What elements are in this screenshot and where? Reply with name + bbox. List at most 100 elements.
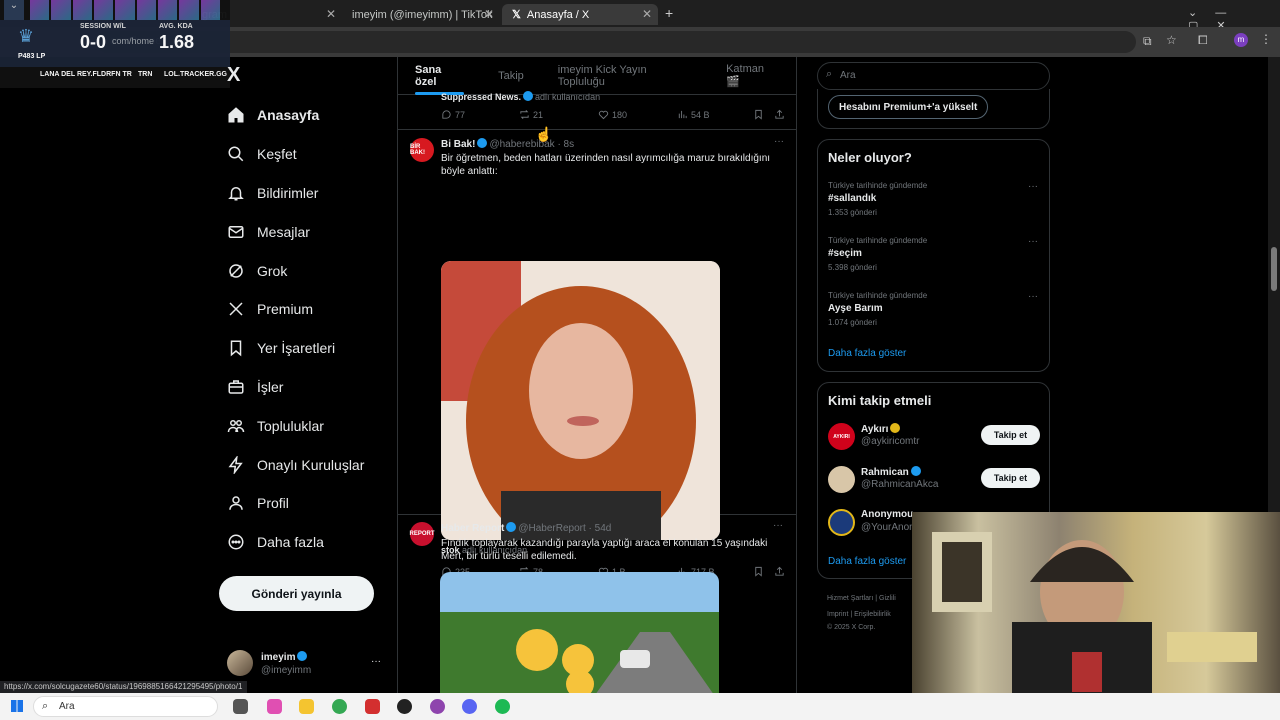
discord-icon[interactable]	[462, 699, 477, 714]
tweet-menu-icon[interactable]: ···	[774, 136, 784, 147]
trend-item[interactable]: Türkiye tarihinde gündemde #sallandık 1.…	[828, 181, 1038, 217]
follow-suggestion[interactable]: AYKIRI Aykırı @aykiricomtr Takip et	[828, 421, 1040, 451]
photo-portrait	[441, 261, 720, 540]
search-icon	[228, 146, 244, 162]
wps-icon[interactable]	[365, 699, 380, 714]
mouse-cursor-icon: ☝	[535, 126, 553, 142]
tweet-actions: 77 21 180 54 B	[441, 109, 786, 123]
new-tab-button[interactable]: +	[665, 5, 673, 21]
follow-button[interactable]: Takip et	[981, 468, 1040, 488]
nav-item-home[interactable]: Anasayfa	[215, 96, 395, 135]
bookmark-icon	[755, 109, 762, 120]
account-menu-icon[interactable]: ···	[371, 656, 381, 667]
tweet[interactable]: BİR BAK! Bi Bak! @haberebibak · 8s ··· Bi…	[398, 130, 796, 577]
briefcase-icon	[228, 380, 244, 394]
show-more-link[interactable]: Daha fazla göster	[828, 556, 906, 567]
repost-button[interactable]: 21	[519, 109, 543, 120]
views-button[interactable]: 54 B	[677, 109, 710, 120]
nav-item-more[interactable]: Daha fazla	[215, 523, 395, 562]
account-switcher[interactable]: imeyim @imeyimm ···	[227, 650, 387, 682]
avatar[interactable]: REPORT	[410, 522, 435, 546]
webcam-overlay	[912, 512, 1280, 693]
search-input[interactable]: ⌕ Ara	[817, 62, 1050, 90]
premium-upgrade-button[interactable]: Hesabını Premium+'a yükselt	[828, 95, 989, 119]
chart-icon	[678, 110, 687, 119]
tab-following[interactable]: Takip	[481, 57, 541, 95]
tweet-photo[interactable]	[440, 572, 719, 693]
nav-item-profile[interactable]: Profil	[215, 484, 395, 523]
nav-item-jobs[interactable]: İşler	[215, 368, 395, 407]
x-logo-icon[interactable]: X	[227, 64, 240, 87]
tweet-menu-icon[interactable]: ···	[773, 520, 783, 531]
chrome-icon[interactable]	[332, 699, 347, 714]
nav-item-bookmarks[interactable]: Yer İşaretleri	[215, 329, 395, 368]
file-explorer-icon[interactable]	[299, 699, 314, 714]
post-button[interactable]: Gönderi yayınla	[219, 576, 374, 611]
avatar[interactable]: BİR BAK!	[410, 138, 434, 162]
avatar	[828, 509, 855, 536]
trend-menu-icon[interactable]: ···	[1028, 181, 1038, 192]
chevron-down-icon[interactable]: ⌄	[4, 0, 24, 20]
close-tab-icon[interactable]: ✕	[484, 7, 494, 21]
follow-button[interactable]: Takip et	[981, 425, 1040, 445]
tweet-text: Fındık toplayarak kazandığı parayla yapt…	[441, 538, 768, 562]
star-icon[interactable]: ☆	[1166, 33, 1177, 47]
search-icon: ⌕	[42, 700, 49, 712]
nav-item-premium[interactable]: Premium	[215, 290, 395, 329]
sidebar-nav: Anasayfa Keşfet Bildirimler Mesajlar Gro…	[215, 96, 395, 562]
taskbar-search[interactable]: ⌕ Ara	[33, 696, 218, 717]
close-tab-icon[interactable]: ✕	[642, 7, 652, 21]
nav-item-verified-orgs[interactable]: Onaylı Kuruluşlar	[215, 445, 395, 484]
obs-icon[interactable]	[430, 699, 445, 714]
verified-badge-icon	[477, 138, 488, 148]
bell-icon	[228, 186, 244, 201]
browser-tab-x[interactable]: 𝕏 Anasayfa / X ✕	[502, 4, 658, 25]
reply-button[interactable]: 77	[441, 109, 465, 120]
app-icon[interactable]	[397, 699, 412, 714]
profile-avatar[interactable]: m	[1234, 33, 1248, 47]
people-icon	[227, 419, 245, 432]
more-circle-icon	[228, 534, 244, 550]
share-button[interactable]	[774, 109, 785, 120]
close-tab-icon[interactable]: ✕	[326, 7, 336, 21]
copilot-icon[interactable]	[267, 699, 282, 714]
timeline-tabs: Sana özel Takip imeyim Kick Yayın Toplul…	[398, 57, 796, 95]
task-view-icon[interactable]	[233, 699, 248, 714]
nav-item-communities[interactable]: Topluluklar	[215, 406, 395, 445]
tweet-text: Bir öğretmen, beden hatları üzerinden na…	[441, 153, 771, 177]
trend-menu-icon[interactable]: ···	[1028, 291, 1038, 302]
tab-community[interactable]: imeyim Kick Yayın Topluluğu	[541, 57, 709, 95]
avatar	[227, 650, 253, 676]
spotify-icon[interactable]	[495, 699, 510, 714]
scrollbar-thumb[interactable]	[1271, 247, 1277, 291]
trend-item[interactable]: Türkiye tarihinde gündemde Ayşe Barım 1.…	[828, 291, 1038, 327]
browser-tab-tiktok[interactable]: imeyim (@imeyimm) | TikTok ✕	[342, 4, 500, 25]
show-more-link[interactable]: Daha fazla göster	[828, 348, 906, 359]
tweet[interactable]: REPORT Haber Report @HaberReport · 54d ··…	[398, 514, 796, 693]
tab-katman[interactable]: Katman 🎬	[709, 57, 796, 95]
extensions-icon[interactable]: ⧠	[1198, 33, 1208, 48]
address-bar[interactable]: com/home	[96, 31, 1136, 53]
tweet[interactable]: Suppressed News. adlı kullanıcıdan 77 21 …	[398, 91, 796, 130]
nav-item-grok[interactable]: Grok	[215, 251, 395, 290]
nav-item-messages[interactable]: Mesajlar	[215, 212, 395, 251]
like-button[interactable]: 180	[598, 109, 627, 120]
bookmark-button[interactable]	[753, 109, 764, 120]
tweet-photo[interactable]	[441, 261, 720, 540]
session-stats: ♛ SESSION W/L 0-0 AVG. KDA 1.68 com/home…	[0, 20, 230, 67]
trend-menu-icon[interactable]: ···	[1028, 236, 1038, 247]
grok-icon	[229, 263, 243, 278]
verified-badge-icon	[297, 651, 308, 661]
follow-suggestion[interactable]: Rahmican @RahmicanAkca Takip et	[828, 464, 1040, 494]
tab-for-you[interactable]: Sana özel	[398, 57, 481, 95]
windows-start-icon[interactable]	[11, 700, 23, 712]
heart-icon	[598, 110, 609, 120]
browser-menu-icon[interactable]: ⋮	[1260, 32, 1272, 46]
trend-item[interactable]: Türkiye tarihinde gündemde #seçim 5.398 …	[828, 236, 1038, 272]
nav-item-explore[interactable]: Keşfet	[215, 135, 395, 174]
cast-icon[interactable]: ⧉	[1143, 34, 1152, 49]
x-icon	[229, 302, 243, 316]
nav-item-notifications[interactable]: Bildirimler	[215, 174, 395, 213]
premium-card: Hesabını Premium+'a yükselt	[817, 89, 1050, 129]
verified-badge-icon	[506, 522, 517, 532]
